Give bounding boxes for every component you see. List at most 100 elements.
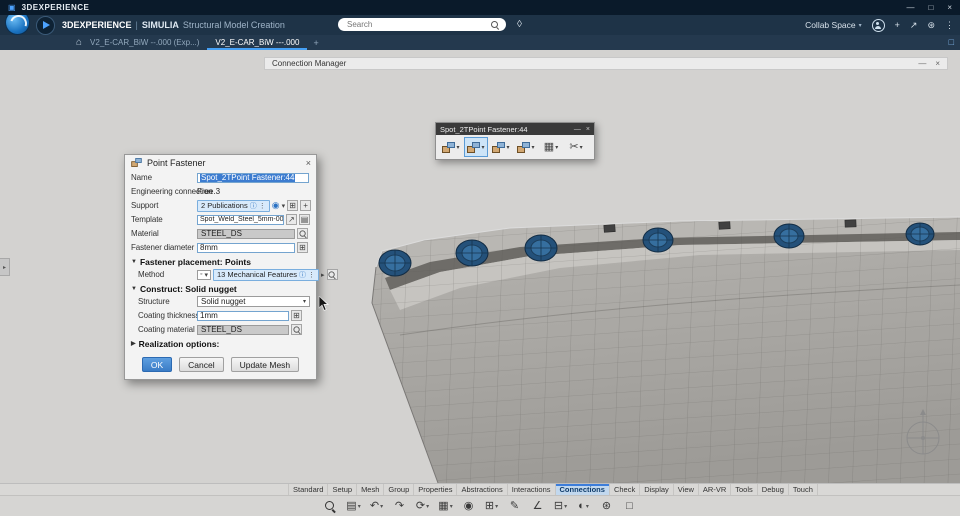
tab-connections[interactable]: Connections: [556, 484, 610, 495]
tab-ar-vr[interactable]: AR-VR: [699, 484, 731, 495]
search-input[interactable]: [345, 19, 491, 30]
document-tab-1[interactable]: V2_E-CAR_BiW --.000 (Exp...): [82, 35, 207, 50]
tab-mesh[interactable]: Mesh: [357, 484, 384, 495]
fastener-diameter-field[interactable]: 8mm: [197, 243, 295, 253]
spot-point-fastener-icon[interactable]: ▾: [439, 137, 463, 157]
dialog-close-icon[interactable]: ×: [306, 158, 311, 168]
material-field[interactable]: STEEL_DS: [197, 229, 295, 239]
formula-icon[interactable]: ⊞: [297, 242, 308, 253]
box-select-button[interactable]: ⊞▾: [483, 498, 501, 515]
tab-standard[interactable]: Standard: [288, 484, 328, 495]
publication-visibility-icon[interactable]: ◉: [272, 201, 280, 210]
window-close-button[interactable]: ×: [947, 3, 952, 12]
more-options-icon[interactable]: ⋮: [945, 20, 954, 31]
chevron-down-icon[interactable]: ▾: [282, 202, 286, 210]
ok-button[interactable]: OK: [142, 357, 172, 372]
tab-properties[interactable]: Properties: [414, 484, 457, 495]
kebab-menu-icon[interactable]: ⋮: [308, 271, 315, 279]
search-icon[interactable]: [491, 21, 499, 29]
expand-left-panel-arrow[interactable]: ▸: [0, 258, 10, 276]
annotate-button[interactable]: ✎: [506, 498, 524, 515]
palette-title-bar[interactable]: Spot_2TPoint Fastener:44 — ×: [436, 123, 594, 135]
spot-2t-point-fastener-icon[interactable]: ▾: [464, 137, 488, 157]
window-controls: — □ ×: [906, 3, 952, 12]
tab-check[interactable]: Check: [610, 484, 640, 495]
update-mesh-button[interactable]: Update Mesh: [231, 357, 300, 372]
gear-icon: ⊛: [602, 501, 611, 512]
window-maximize-button[interactable]: □: [928, 3, 933, 12]
tab-view[interactable]: View: [674, 484, 699, 495]
tab-display[interactable]: Display: [640, 484, 674, 495]
info-icon[interactable]: ⓘ: [250, 201, 257, 211]
add-icon[interactable]: +: [895, 20, 900, 30]
collapse-panel-icon[interactable]: —: [918, 59, 926, 68]
line-fastener-icon[interactable]: ▾: [489, 137, 513, 157]
structure-dropdown[interactable]: Solid nugget ▾: [197, 296, 310, 307]
fastener-palette-window[interactable]: Spot_2TPoint Fastener:44 — × ▾ ▾ ▾: [435, 122, 595, 160]
restore-panel-icon[interactable]: □: [949, 37, 954, 47]
support-chip[interactable]: 2 Publications ⓘ ⋮: [197, 200, 270, 212]
coating-thickness-field[interactable]: 1mm: [197, 311, 289, 321]
name-field[interactable]: Spot_2TPoint Fastener:44: [197, 173, 309, 183]
user-profile-icon[interactable]: [872, 19, 885, 32]
display-mode-button[interactable]: ◐▾: [575, 498, 593, 515]
close-panel-icon[interactable]: ×: [935, 59, 940, 68]
coating-material-field[interactable]: STEEL_DS: [197, 325, 289, 335]
compass-icon[interactable]: [36, 16, 55, 35]
fastener-placement-section[interactable]: ▼ Fastener placement: Points: [131, 255, 310, 268]
template-catalog-icon[interactable]: ▤: [299, 214, 310, 225]
method-search-icon[interactable]: [327, 269, 338, 280]
point-fastener-dialog[interactable]: Point Fastener × Name Spot_2TPoint Faste…: [124, 154, 317, 380]
cancel-button[interactable]: Cancel: [179, 357, 223, 372]
tag-icon[interactable]: ◊: [517, 19, 522, 30]
tab-setup[interactable]: Setup: [328, 484, 357, 495]
dialog-title-bar[interactable]: Point Fastener ×: [125, 155, 316, 170]
redo-button[interactable]: ↷: [391, 498, 409, 515]
tab-abstractions[interactable]: Abstractions: [457, 484, 507, 495]
tab-touch[interactable]: Touch: [789, 484, 818, 495]
search-box[interactable]: [338, 18, 506, 31]
tab-interactions[interactable]: Interactions: [508, 484, 556, 495]
kebab-menu-icon[interactable]: ⋮: [259, 202, 266, 210]
open-template-icon[interactable]: ↗: [286, 214, 297, 225]
formula-icon[interactable]: ⊞: [291, 310, 302, 321]
palette-close-icon[interactable]: ×: [586, 126, 590, 133]
connection-manager-bar[interactable]: Connection Manager — ×: [264, 57, 948, 70]
window-minimize-button[interactable]: —: [906, 3, 914, 12]
measure-button[interactable]: ∠: [529, 498, 547, 515]
table-view-button[interactable]: ▦▾: [437, 498, 455, 515]
update-button[interactable]: ⟳▾: [414, 498, 432, 515]
construct-section[interactable]: ▼ Construct: Solid nugget: [131, 282, 310, 295]
coating-material-search-icon[interactable]: [291, 324, 302, 335]
tab-group[interactable]: Group: [384, 484, 414, 495]
document-tab-2-active[interactable]: V2_E-CAR_BiW ---.000: [207, 35, 307, 50]
method-chip[interactable]: 13 Mechanical Features ⓘ ⋮: [213, 269, 319, 281]
seam-fastener-icon[interactable]: ▾: [514, 137, 538, 157]
section-button[interactable]: ⊟▾: [552, 498, 570, 515]
panel-layout-button[interactable]: □: [621, 498, 639, 515]
zoom-tool-button[interactable]: [322, 498, 340, 515]
settings-button[interactable]: ⊛: [598, 498, 616, 515]
split-fastener-icon[interactable]: ✂ ▾: [564, 137, 588, 157]
paste-button[interactable]: ▤▾: [345, 498, 363, 515]
tab-debug[interactable]: Debug: [758, 484, 789, 495]
3d-viewport[interactable]: [360, 215, 960, 483]
palette-collapse-icon[interactable]: —: [574, 126, 581, 133]
info-icon[interactable]: ⓘ: [299, 270, 306, 280]
settings-icon[interactable]: ⊛: [927, 20, 935, 31]
tab-tools[interactable]: Tools: [731, 484, 758, 495]
undo-button[interactable]: ↶▾: [368, 498, 386, 515]
collab-space-selector[interactable]: Collab Space ▾: [805, 20, 862, 30]
share-icon[interactable]: ↗: [910, 20, 918, 31]
realization-options-section[interactable]: ▶ Realization options:: [131, 337, 310, 350]
coating-material-label: Coating material: [131, 325, 197, 334]
sphere-display-button[interactable]: ◉: [460, 498, 478, 515]
support-list-icon[interactable]: ⊞: [287, 200, 298, 211]
method-combo[interactable]: ◦ ▾: [197, 270, 211, 280]
new-tab-button[interactable]: +: [307, 38, 324, 48]
support-picker-icon[interactable]: +: [300, 200, 311, 211]
material-search-icon[interactable]: [297, 228, 308, 239]
pointer-select-icon[interactable]: ▸: [321, 271, 325, 279]
fastener-group-icon[interactable]: ▦ ▾: [539, 137, 563, 157]
template-field[interactable]: Spot_Weld_Steel_5mm-000001St: [197, 215, 284, 225]
